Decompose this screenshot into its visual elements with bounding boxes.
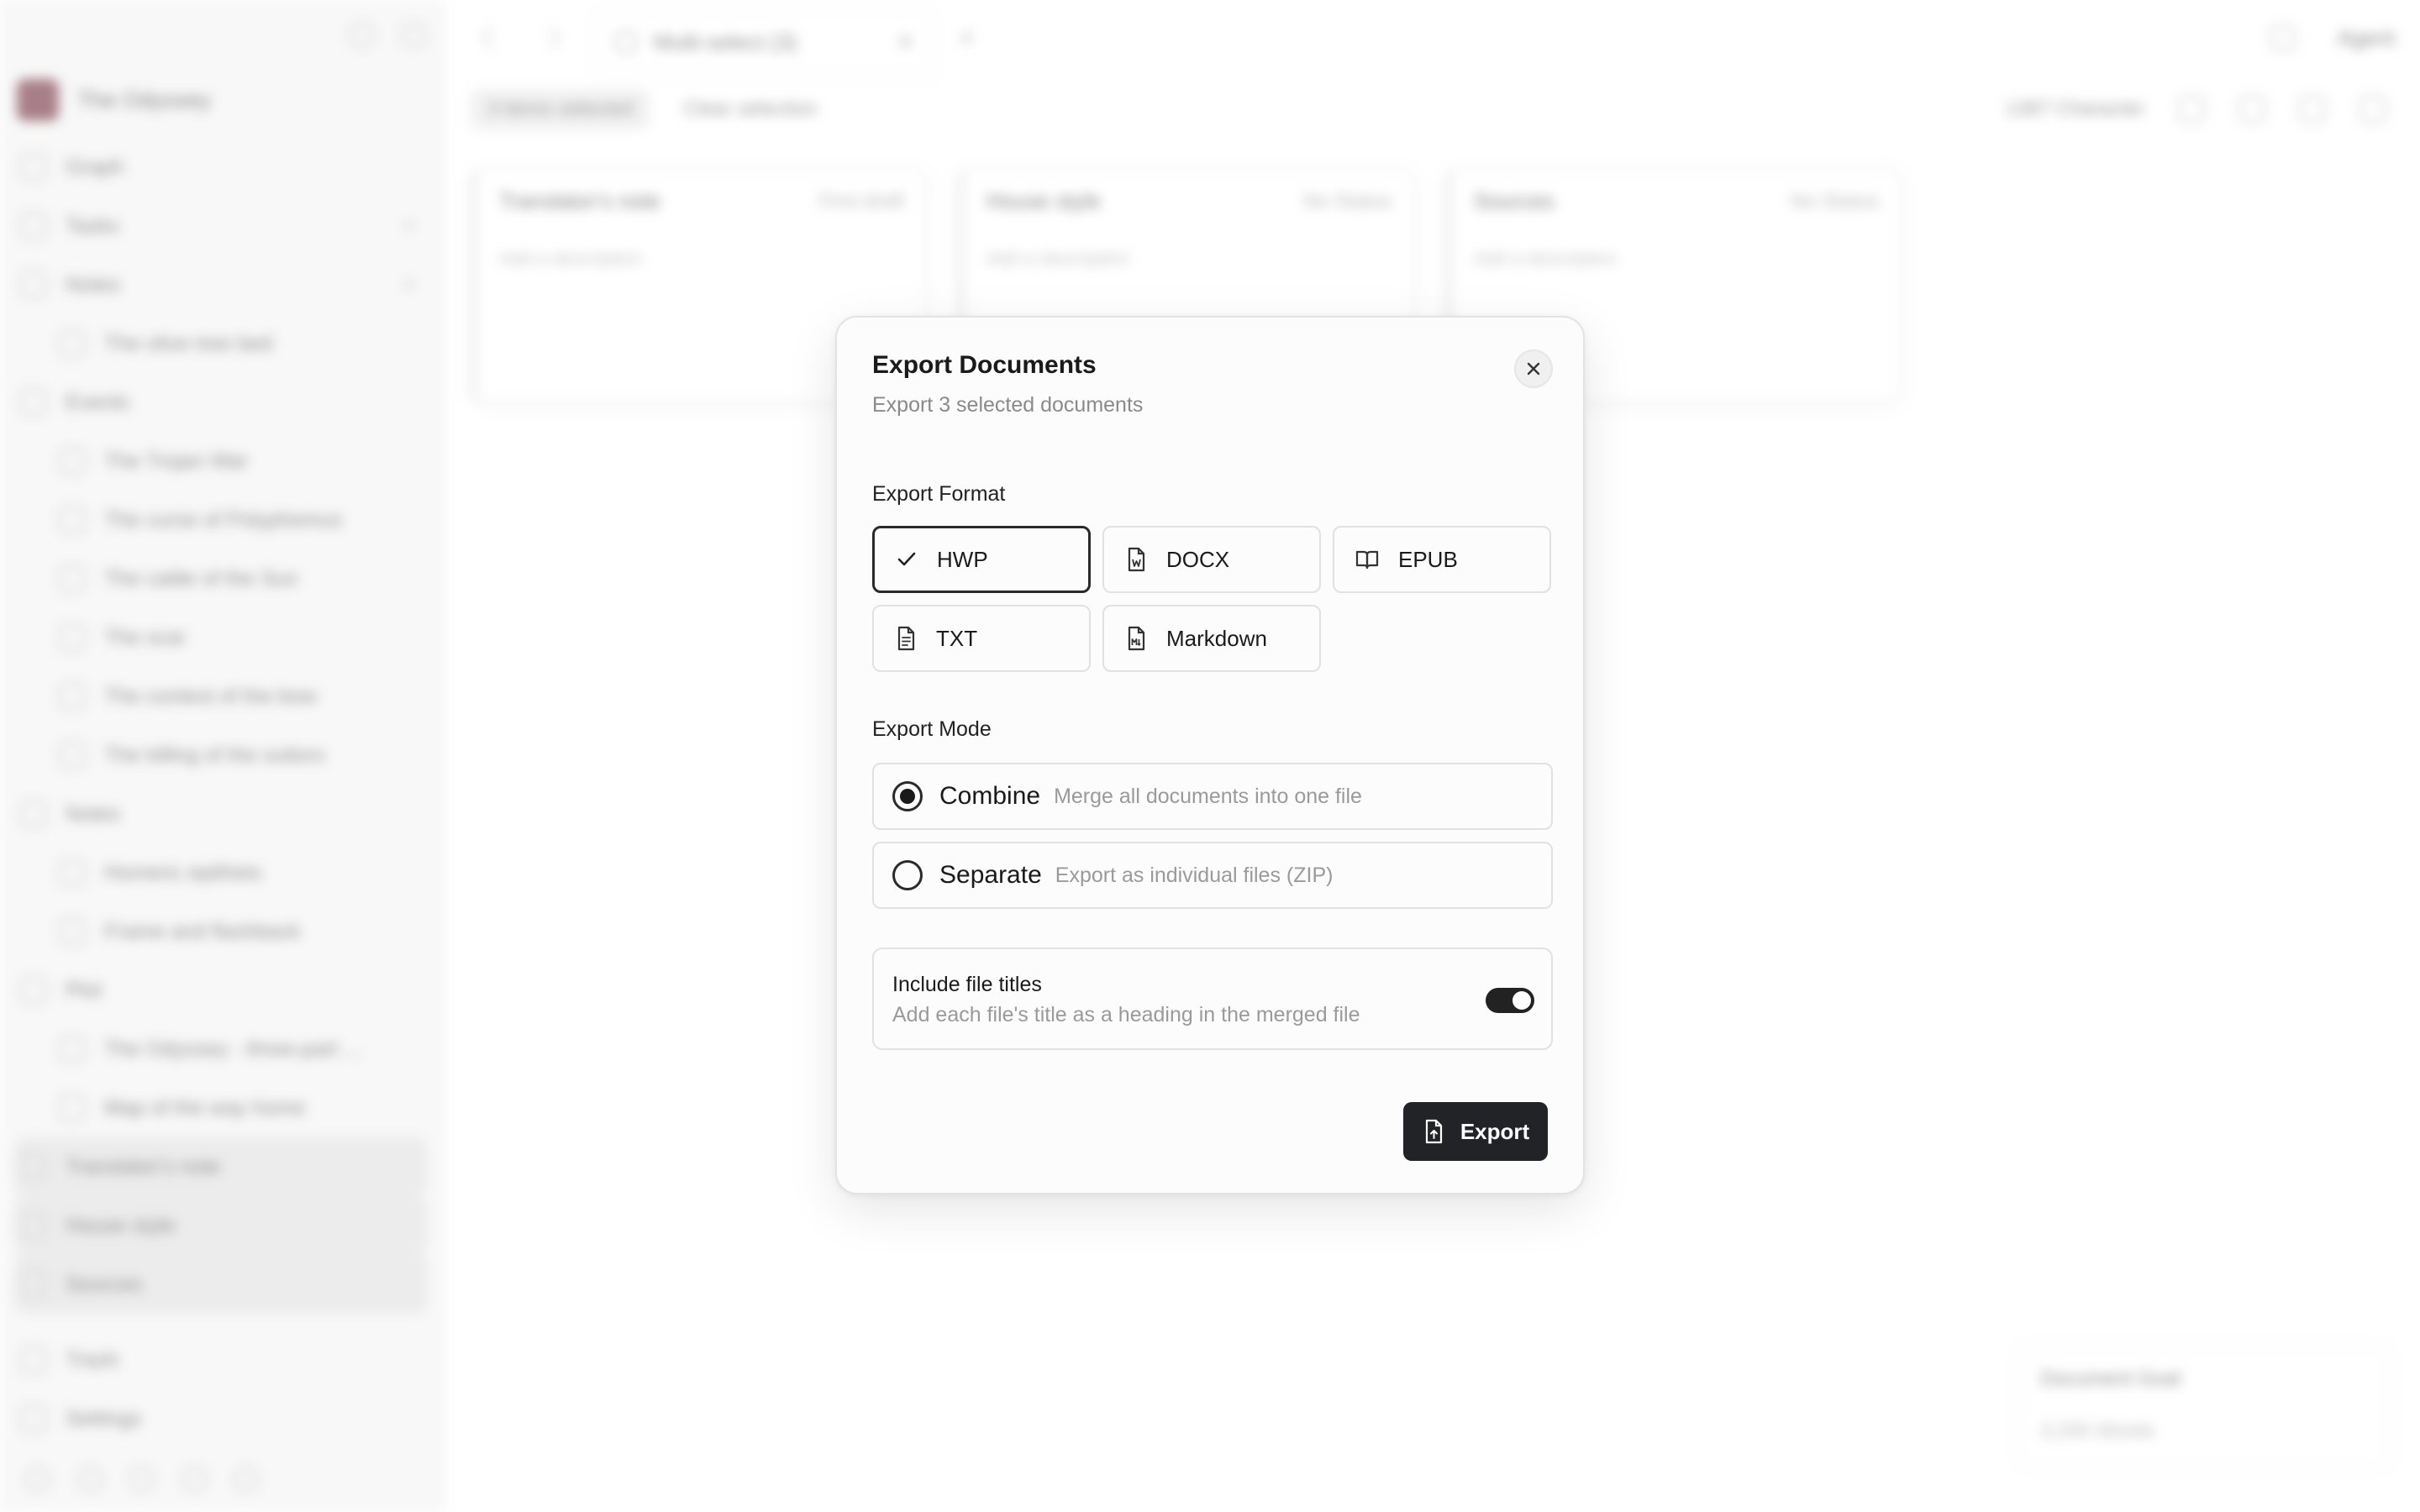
- format-txt-label: TXT: [936, 625, 978, 651]
- export-format-label: Export Format: [872, 482, 1006, 506]
- format-markdown-button[interactable]: Markdown: [1102, 605, 1321, 672]
- markdown-file-icon: [1128, 626, 1145, 651]
- format-epub-button[interactable]: EPUB: [1333, 526, 1551, 593]
- format-docx-label: DOCX: [1166, 546, 1230, 572]
- export-button-label: Export: [1460, 1118, 1530, 1144]
- toggle-knob: [1512, 991, 1531, 1010]
- format-markdown-label: Markdown: [1166, 625, 1267, 651]
- format-hwp-button[interactable]: HWP: [872, 526, 1091, 593]
- export-button[interactable]: Export: [1403, 1102, 1548, 1161]
- include-titles-setting: Include file titles Add each file's titl…: [872, 948, 1553, 1050]
- export-dialog: Export Documents Export 3 selected docum…: [835, 316, 1585, 1194]
- mode-separate-option[interactable]: Separate Export as individual files (ZIP…: [872, 842, 1553, 909]
- include-titles-desc: Add each file's title as a heading in th…: [892, 1003, 1360, 1026]
- include-titles-label: Include file titles: [892, 973, 1042, 996]
- format-hwp-label: HWP: [937, 546, 988, 572]
- export-mode-label: Export Mode: [872, 717, 992, 741]
- file-export-icon: [1425, 1119, 1442, 1144]
- mode-combine-desc: Merge all documents into one file: [1054, 784, 1362, 808]
- close-icon: [1527, 362, 1540, 375]
- mode-separate-desc: Export as individual files (ZIP): [1055, 863, 1334, 887]
- close-button[interactable]: [1514, 349, 1553, 388]
- word-file-icon: [1128, 547, 1145, 572]
- mode-combine-name: Combine: [939, 782, 1041, 810]
- check-icon: [897, 552, 916, 566]
- radio-dot: [900, 789, 915, 804]
- dialog-title: Export Documents: [872, 351, 1097, 379]
- separate-radio[interactable]: [892, 860, 923, 890]
- combine-radio[interactable]: [892, 781, 923, 811]
- text-file-icon: [897, 626, 915, 651]
- mode-combine-option[interactable]: Combine Merge all documents into one fil…: [872, 763, 1553, 830]
- include-titles-toggle[interactable]: [1486, 988, 1534, 1013]
- mode-separate-name: Separate: [939, 861, 1042, 889]
- format-docx-button[interactable]: DOCX: [1102, 526, 1321, 593]
- format-epub-label: EPUB: [1398, 546, 1458, 572]
- format-txt-button[interactable]: TXT: [872, 605, 1091, 672]
- dialog-subtitle: Export 3 selected documents: [872, 393, 1144, 417]
- book-open-icon: [1355, 550, 1379, 570]
